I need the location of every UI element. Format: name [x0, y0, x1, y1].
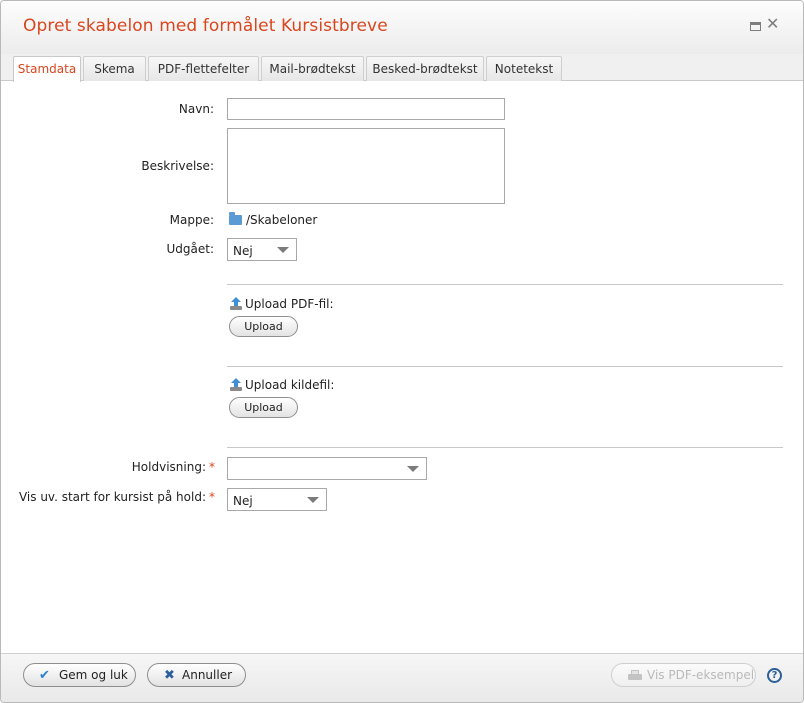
chevron-down-icon — [407, 466, 419, 472]
upload-pdf-label: Upload PDF-fil: — [245, 297, 334, 311]
chevron-down-icon — [307, 497, 319, 503]
required-marker: * — [209, 490, 215, 504]
tab-stamdata[interactable]: Stamdata — [13, 56, 81, 82]
navn-input[interactable] — [227, 98, 505, 120]
tab-strip: Stamdata Skema PDF-flettefelter Mail-brø… — [1, 54, 803, 82]
tab-pdf-flettefelter[interactable]: PDF-flettefelter — [148, 56, 259, 81]
holdvisning-label: Holdvisning: * — [131, 460, 215, 474]
upload-pdf-button[interactable]: Upload — [229, 316, 298, 337]
check-icon: ✔ — [39, 668, 50, 683]
divider — [227, 447, 783, 448]
tab-skema[interactable]: Skema — [83, 56, 146, 81]
form-content: Navn: Beskrivelse: Mappe: /Skabeloner Ud… — [1, 81, 803, 653]
divider — [227, 366, 783, 367]
holdvisning-select[interactable] — [227, 457, 427, 480]
x-icon: ✖ — [164, 668, 175, 683]
help-icon[interactable]: ? — [767, 668, 782, 683]
udgaaet-value: Nej — [233, 244, 253, 258]
tab-notetekst[interactable]: Notetekst — [486, 56, 562, 81]
navn-label: Navn: — [178, 102, 214, 116]
upload-icon — [230, 297, 242, 310]
upload-icon — [230, 378, 242, 391]
vis-uv-start-value: Nej — [233, 494, 253, 508]
required-marker: * — [209, 460, 215, 474]
close-icon[interactable]: ✕ — [766, 16, 780, 32]
dialog: Opret skabelon med formålet Kursistbreve… — [0, 0, 804, 703]
tab-mail-brodtekst[interactable]: Mail-brødtekst — [261, 56, 364, 81]
mappe-path[interactable]: /Skabeloner — [246, 213, 317, 227]
vis-uv-start-label: Vis uv. start for kursist på hold: * — [18, 490, 215, 504]
save-close-button[interactable]: ✔ Gem og luk — [23, 663, 136, 687]
footer: ✔ Gem og luk ✖ Annuller Vis PDF-eksempel… — [1, 653, 803, 702]
chevron-down-icon — [277, 247, 289, 253]
maximize-icon[interactable] — [749, 19, 763, 33]
pdf-preview-button[interactable]: Vis PDF-eksempel — [611, 663, 756, 687]
dialog-title: Opret skabelon med formålet Kursistbreve — [23, 16, 388, 36]
divider — [227, 284, 783, 285]
upload-kildefil-button[interactable]: Upload — [229, 397, 298, 418]
beskrivelse-textarea[interactable] — [227, 128, 505, 204]
folder-icon — [229, 212, 242, 225]
udgaaet-label: Udgået: — [166, 242, 214, 256]
vis-uv-start-select[interactable]: Nej — [227, 488, 327, 511]
title-bar: Opret skabelon med formålet Kursistbreve… — [1, 1, 803, 54]
mappe-label: Mappe: — [169, 213, 214, 227]
cancel-button[interactable]: ✖ Annuller — [147, 663, 246, 687]
upload-kildefil-label: Upload kildefil: — [245, 378, 335, 392]
beskrivelse-label: Beskrivelse: — [141, 159, 214, 173]
udgaaet-select[interactable]: Nej — [227, 238, 297, 261]
printer-icon — [628, 670, 642, 681]
tab-besked-brodtekst[interactable]: Besked-brødtekst — [366, 56, 484, 81]
